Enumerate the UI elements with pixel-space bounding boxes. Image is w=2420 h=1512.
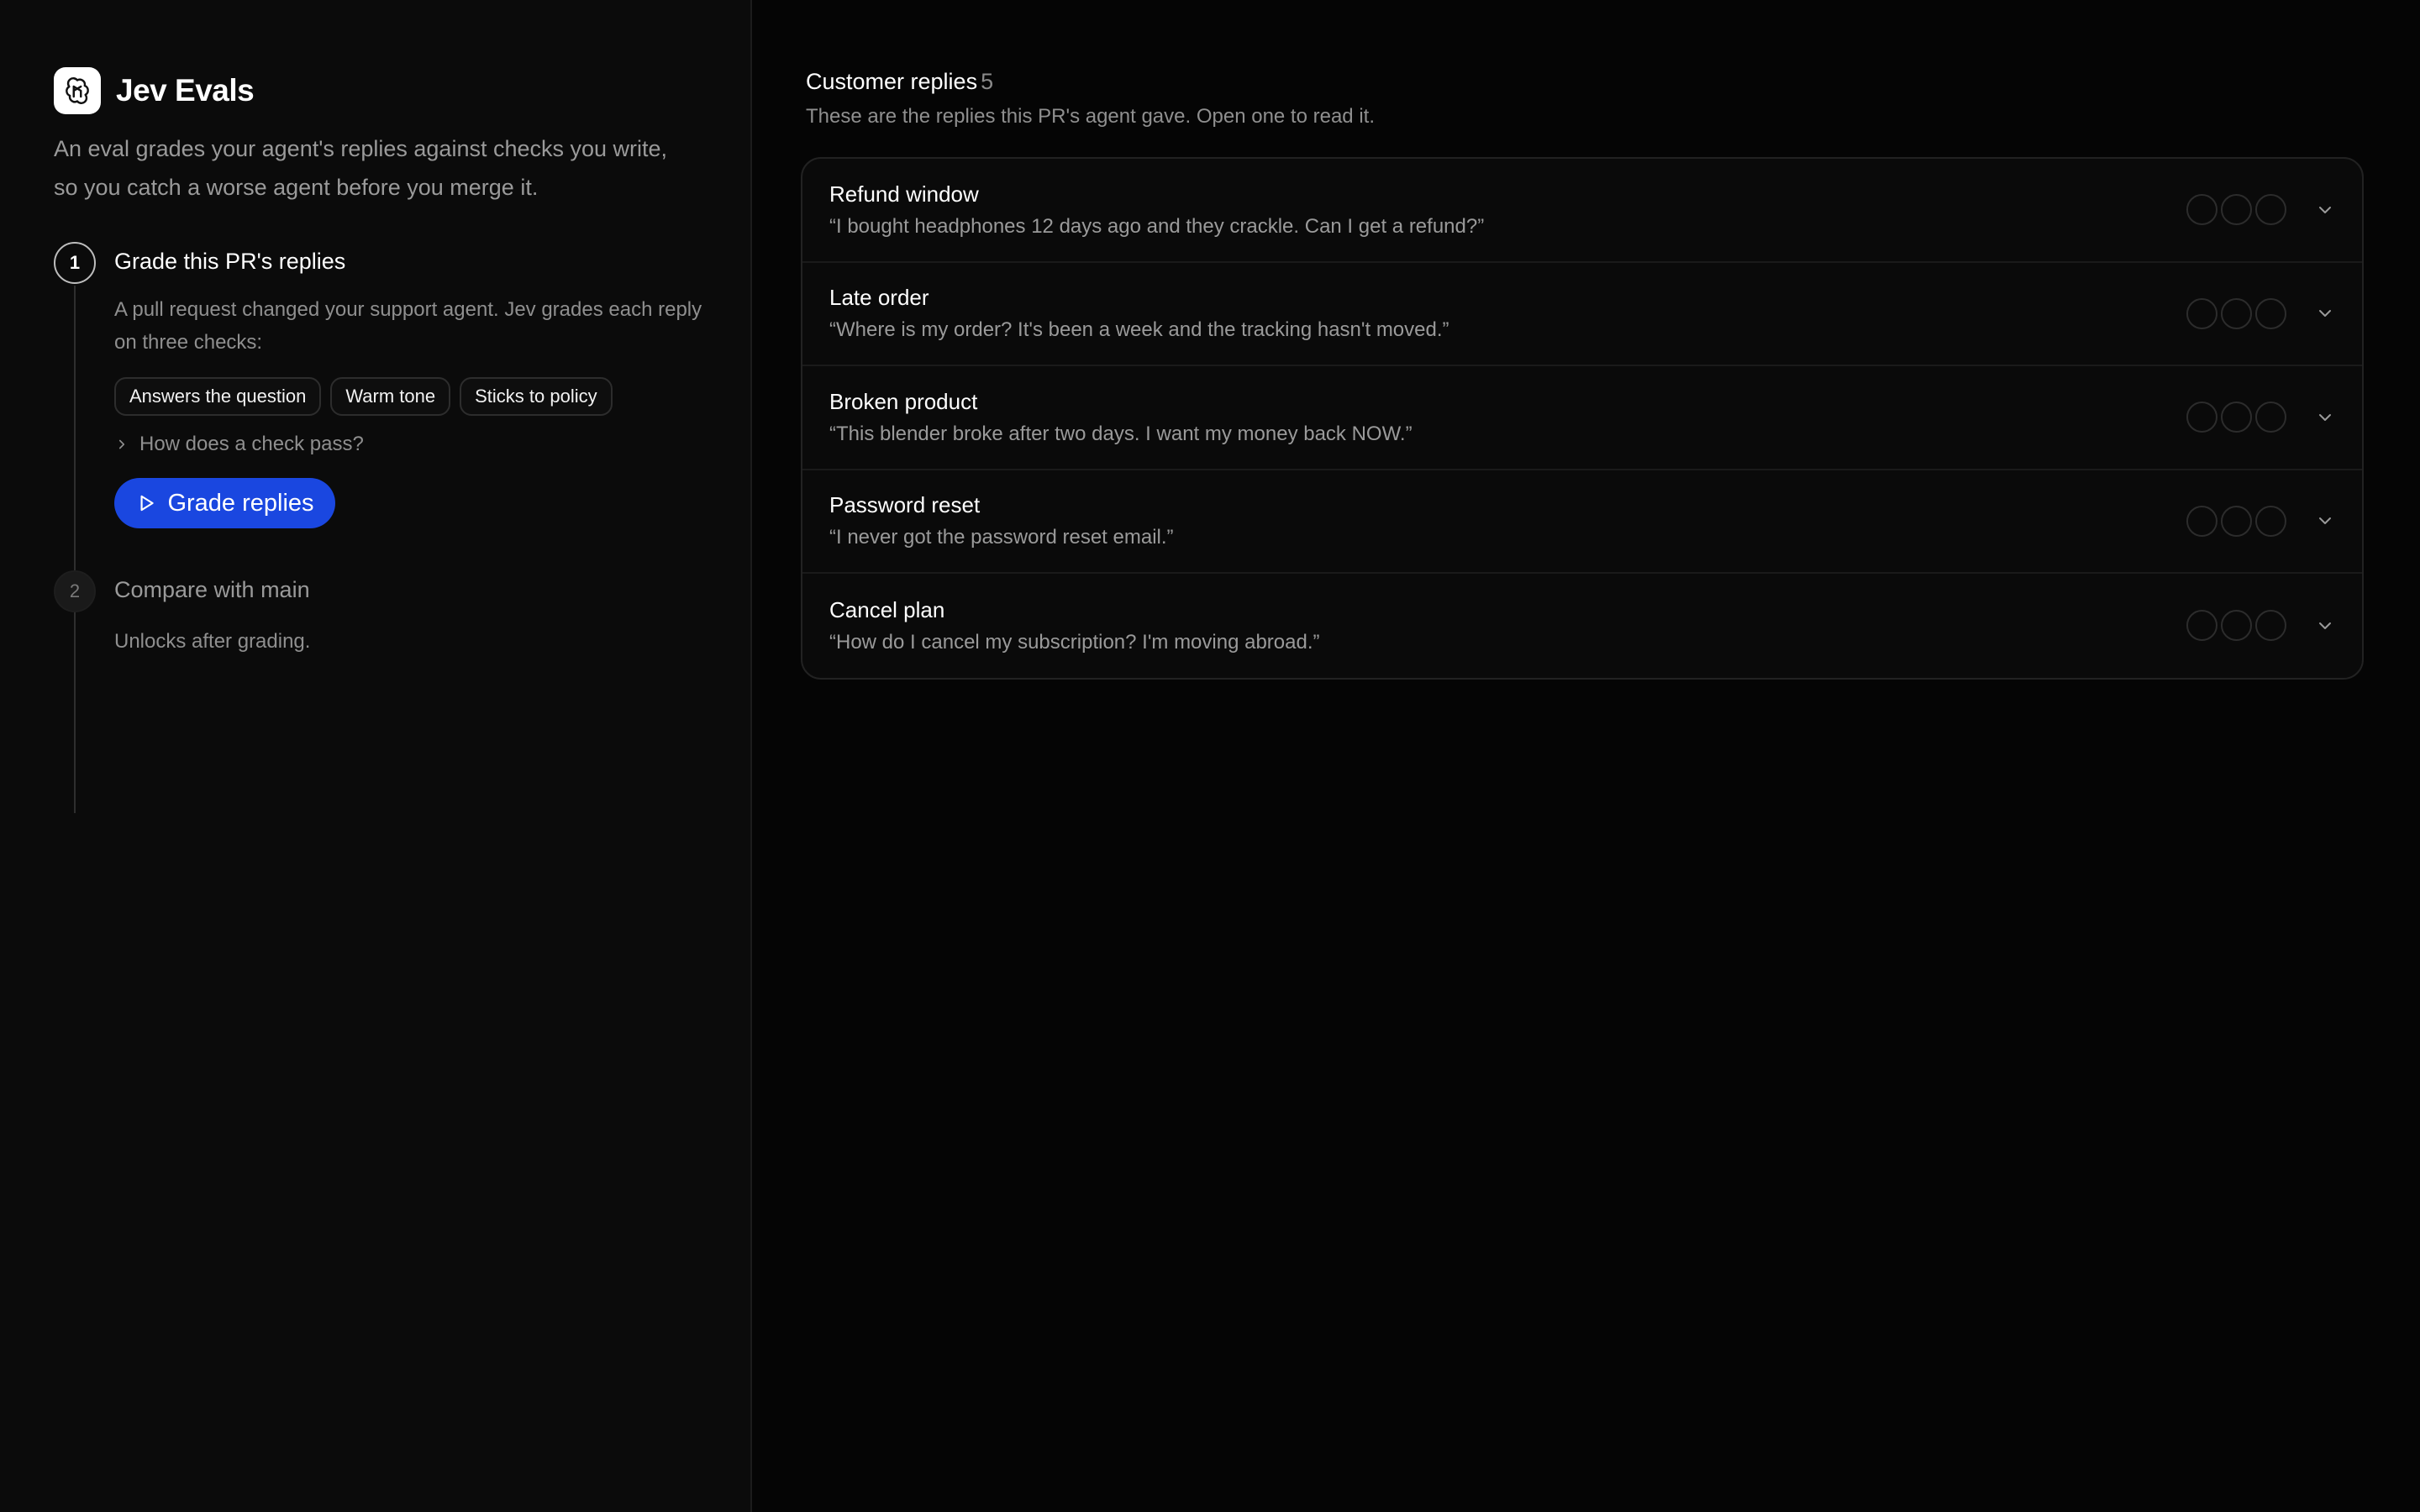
reply-text: Broken product “This blender broke after… [829, 389, 1413, 446]
replies-subtitle: These are the replies this PR's agent ga… [806, 105, 1375, 128]
reply-title: Broken product [829, 388, 978, 414]
step-1-description: A pull request changed your support agen… [114, 298, 702, 354]
chevron-down-icon[interactable] [2315, 407, 2335, 428]
check-status-icon [2221, 505, 2252, 537]
steps: 1 Grade this PR's replies A pull request… [54, 242, 702, 813]
reply-row-broken-product[interactable]: Broken product “This blender broke after… [802, 366, 2362, 470]
step-1-body: Grade this PR's replies A pull request c… [114, 242, 702, 528]
check-status-dots [2186, 194, 2286, 226]
step-2-number: 2 [54, 570, 96, 612]
reply-text: Refund window “I bought headphones 12 da… [829, 181, 1484, 239]
check-status-icon [2186, 402, 2217, 433]
reply-quote: “How do I cancel my subscription? I'm mo… [829, 630, 1320, 654]
play-icon [140, 495, 155, 512]
check-status-icon [2221, 297, 2252, 329]
reply-row-password-reset[interactable]: Password reset “I never got the password… [802, 470, 2362, 574]
brand-name: Jev Evals [116, 73, 255, 108]
reply-status [2186, 402, 2335, 433]
chevron-down-icon[interactable] [2315, 200, 2335, 220]
logo-icon [54, 67, 101, 114]
reply-quote: “I bought headphones 12 days ago and the… [829, 214, 1485, 238]
check-chips: Answers the question Warm tone Sticks to… [114, 377, 702, 416]
check-status-icon [2255, 297, 2286, 329]
main-panel: Customer replies 5 These are the replies … [752, 0, 2420, 1512]
brand: Jev Evals [54, 67, 697, 114]
replies-list: Refund window “I bought headphones 12 da… [801, 157, 2364, 680]
reply-title: Cancel plan [829, 596, 945, 622]
check-status-icon [2255, 194, 2286, 226]
check-status-icon [2186, 505, 2217, 537]
reply-quote: “I never got the password reset email.” [829, 526, 1174, 549]
step-1-number: 1 [54, 242, 96, 284]
check-status-icon [2255, 402, 2286, 433]
step-2-body: Compare with main Unlocks after grading. [114, 570, 310, 658]
reply-status [2186, 194, 2335, 226]
reply-status [2186, 297, 2335, 329]
reply-quote: “This blender broke after two days. I wa… [829, 422, 1413, 445]
reply-text: Late order “Where is my order? It's been… [829, 285, 1449, 342]
reply-row-cancel-plan[interactable]: Cancel plan “How do I cancel my subscrip… [802, 574, 2362, 678]
intro-text: An eval grades your agent's replies agai… [54, 136, 668, 200]
how-check-passes-label: How does a check pass? [139, 433, 364, 455]
check-chip-warm-tone: Warm tone [330, 377, 451, 416]
reply-title: Refund window [829, 181, 979, 207]
reply-status [2186, 505, 2335, 537]
how-check-passes-toggle[interactable]: How does a check pass? [114, 433, 702, 456]
check-status-icon [2255, 505, 2286, 537]
reply-text: Cancel plan “How do I cancel my subscrip… [829, 597, 1320, 654]
step-2: 2 Compare with main Unlocks after gradin… [54, 570, 697, 658]
replies-header: Customer replies 5 [806, 69, 2368, 95]
step-2-title: Compare with main [114, 577, 310, 602]
check-chip-policy: Sticks to policy [460, 377, 613, 416]
chevron-down-icon[interactable] [2315, 303, 2335, 323]
step-1-title: Grade this PR's replies [114, 249, 346, 274]
check-chip-answers: Answers the question [114, 377, 322, 416]
reply-row-refund-window[interactable]: Refund window “I bought headphones 12 da… [802, 159, 2362, 263]
grade-replies-button[interactable]: Grade replies [114, 478, 335, 528]
sidebar: Jev Evals An eval grades your agent's re… [0, 0, 752, 1512]
check-status-dots [2186, 297, 2286, 329]
app: Jev Evals An eval grades your agent's re… [0, 0, 2420, 1512]
reply-title: Late order [829, 285, 929, 311]
reply-title: Password reset [829, 492, 981, 518]
check-status-icon [2186, 194, 2217, 226]
reply-status [2186, 610, 2335, 642]
reply-text: Password reset “I never got the password… [829, 492, 1174, 549]
chevron-right-icon [118, 439, 125, 449]
reply-row-late-order[interactable]: Late order “Where is my order? It's been… [802, 263, 2362, 366]
grade-replies-label: Grade replies [167, 489, 314, 517]
replies-title: Customer replies [806, 69, 978, 94]
reply-quote: “Where is my order? It's been a week and… [829, 318, 1449, 342]
replies-count: 5 [981, 69, 994, 94]
check-status-icon [2186, 610, 2217, 642]
check-status-icon [2221, 402, 2252, 433]
chevron-down-icon[interactable] [2315, 511, 2335, 531]
step-1: 1 Grade this PR's replies A pull request… [54, 242, 702, 528]
check-status-dots [2186, 610, 2286, 642]
chevron-down-icon[interactable] [2315, 616, 2335, 636]
check-status-icon [2221, 194, 2252, 226]
check-status-icon [2221, 610, 2252, 642]
step-2-description: Unlocks after grading. [114, 630, 311, 653]
check-status-icon [2255, 610, 2286, 642]
check-status-dots [2186, 402, 2286, 433]
check-status-dots [2186, 505, 2286, 537]
check-status-icon [2186, 297, 2217, 329]
